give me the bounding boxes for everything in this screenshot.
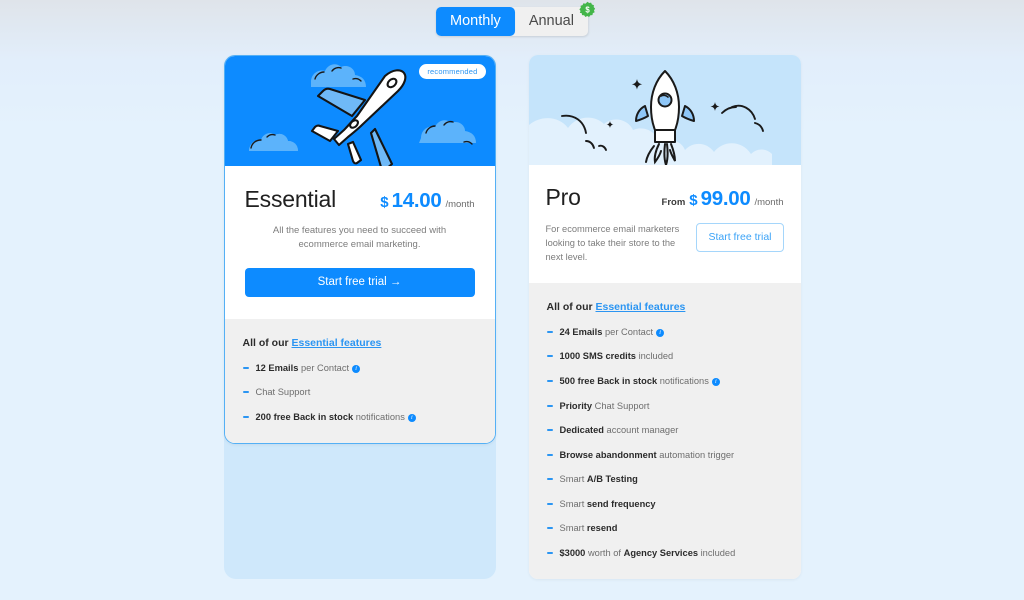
svg-text:$: $ — [585, 5, 590, 14]
dash-bullet-icon — [546, 355, 553, 358]
feature-item: Smart A/B Testing — [546, 473, 783, 485]
feature-item: 500 free Back in stock notifications i — [546, 375, 783, 387]
essential-description: All the features you need to succeed wit… — [272, 225, 447, 250]
feature-item: 24 Emails per Contact i — [546, 326, 783, 338]
essential-plan-name: Essential — [244, 186, 337, 212]
recommended-badge: recommended — [419, 64, 486, 79]
dash-bullet-icon — [546, 404, 553, 407]
pro-plan-name: Pro — [545, 184, 581, 210]
pro-hero — [528, 55, 801, 165]
info-icon[interactable]: i — [656, 328, 665, 337]
pro-description: For ecommerce email marketers looking to… — [545, 224, 680, 262]
feature-label: 12 Emails per Contact i — [256, 362, 361, 374]
pro-price-prefix: From — [661, 197, 686, 208]
dash-bullet-icon — [546, 429, 553, 432]
plan-card-pro: Pro From $ 99.00 /month For ecommerce em… — [528, 55, 801, 580]
essential-features-heading: All of our Essential features — [243, 337, 477, 349]
essential-features-heading-prefix: All of our — [242, 336, 292, 349]
dash-bullet-icon — [546, 527, 553, 530]
dash-bullet-icon — [242, 391, 249, 394]
dash-bullet-icon — [546, 502, 553, 505]
feature-item: 12 Emails per Contact i — [242, 362, 477, 374]
pro-price: From $ 99.00 /month — [662, 187, 784, 211]
essential-body: Essential $ 14.00 /month All the feature… — [224, 166, 495, 319]
feature-item: Browse abandonment automation trigger — [546, 449, 783, 461]
feature-item: 1000 SMS credits included — [546, 350, 783, 362]
pro-features-link[interactable]: Essential features — [596, 301, 686, 313]
feature-label: Priority Chat Support — [559, 400, 650, 411]
info-icon[interactable]: i — [352, 364, 361, 373]
essential-amount: 14.00 — [391, 189, 442, 212]
feature-item: Priority Chat Support — [546, 400, 783, 412]
pro-features-heading: All of our Essential features — [547, 301, 783, 313]
toggle-annual-label: Annual — [528, 13, 574, 29]
plan-card-essential: recommended Essential $ 14.00 /month All… — [223, 55, 496, 444]
rocket-icon — [528, 70, 772, 165]
essential-features-link[interactable]: Essential features — [292, 337, 382, 349]
feature-label: Dedicated account manager — [559, 425, 679, 436]
feature-label: 200 free Back in stock notifications i — [256, 411, 416, 423]
toggle-annual[interactable]: Annual $ — [515, 1, 596, 36]
feature-label: Smart resend — [559, 523, 618, 534]
billing-period-toggle[interactable]: Monthly Annual $ — [436, 1, 596, 37]
feature-item: Smart send frequency — [546, 498, 783, 510]
feature-item: Smart resend — [546, 522, 783, 534]
dash-bullet-icon — [546, 453, 553, 456]
dash-bullet-icon — [546, 552, 553, 555]
toggle-monthly[interactable]: Monthly — [436, 7, 515, 37]
feature-label: 1000 SMS credits included — [559, 351, 674, 362]
pro-amount: 99.00 — [700, 187, 751, 210]
pro-body: Pro From $ 99.00 /month For ecommerce em… — [528, 165, 801, 283]
dash-bullet-icon — [546, 379, 553, 382]
pro-price-row: Pro From $ 99.00 /month — [546, 184, 784, 211]
feature-label: $3000 worth of Agency Services included — [559, 548, 736, 559]
pro-features: All of our Essential features 24 Emails … — [528, 282, 801, 580]
feature-label: 500 free Back in stock notifications i — [560, 375, 720, 387]
dash-bullet-icon — [242, 366, 249, 369]
feature-label: Browse abandonment automation trigger — [559, 449, 735, 460]
pro-start-trial-button[interactable]: Start free trial — [696, 223, 784, 252]
essential-currency: $ — [380, 194, 389, 211]
info-icon[interactable]: i — [407, 413, 416, 422]
feature-label: Smart A/B Testing — [559, 474, 638, 485]
feature-item: Chat Support — [242, 386, 477, 398]
feature-item: Dedicated account manager — [546, 424, 783, 436]
feature-label: Smart send frequency — [559, 498, 656, 509]
essential-features: All of our Essential features 12 Emails … — [224, 318, 495, 443]
essential-price-row: Essential $ 14.00 /month — [245, 186, 475, 213]
pro-features-heading-prefix: All of our — [546, 300, 596, 313]
essential-price: $ 14.00 /month — [380, 189, 474, 213]
pro-feature-list: 24 Emails per Contact i 1000 SMS credits i… — [546, 326, 783, 559]
essential-period: /month — [445, 199, 475, 210]
essential-hero: recommended — [224, 56, 495, 166]
essential-card-shell: recommended Essential $ 14.00 /month All… — [223, 55, 496, 580]
pro-currency: $ — [689, 192, 698, 209]
dash-bullet-icon — [546, 478, 553, 481]
feature-item: 200 free Back in stock notifications i — [242, 411, 477, 423]
feature-label: Chat Support — [255, 387, 311, 398]
dash-bullet-icon — [546, 330, 553, 333]
pricing-cards-row: recommended Essential $ 14.00 /month All… — [0, 55, 1024, 580]
essential-feature-list: 12 Emails per Contact i Chat Support 200 fr… — [242, 362, 477, 423]
essential-start-trial-button[interactable]: Start free trial → — [244, 267, 475, 297]
pro-description-cta: For ecommerce email marketers looking to… — [546, 223, 784, 265]
feature-label: 24 Emails per Contact i — [560, 326, 665, 338]
discount-coin-icon: $ — [579, 1, 596, 18]
info-icon[interactable]: i — [711, 377, 720, 386]
feature-item: $3000 worth of Agency Services included — [546, 547, 783, 559]
pro-period: /month — [754, 197, 784, 208]
dash-bullet-icon — [242, 415, 249, 418]
